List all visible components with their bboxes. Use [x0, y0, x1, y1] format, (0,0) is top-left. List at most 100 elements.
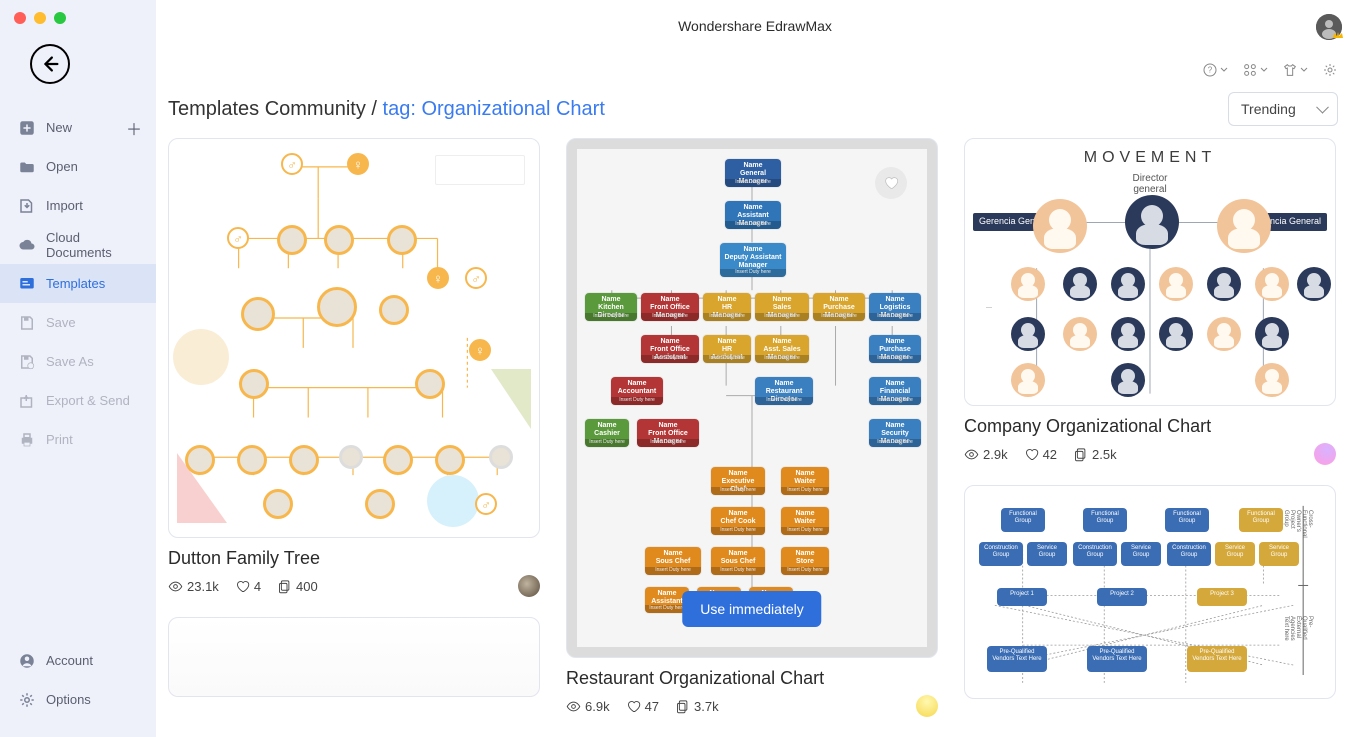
tree-lines	[169, 139, 539, 537]
template-card[interactable]: Name General ManagerInsert Duty here Nam…	[566, 138, 938, 717]
sidebar-bottom-menu: Account Options	[0, 641, 156, 719]
sidebar-item-account[interactable]: Account	[0, 641, 156, 680]
template-card[interactable]: Functional Group Functional Group Functi…	[964, 485, 1336, 699]
grid-col-1: ♂ ♀ ♂ ♀ ♂ ♀	[168, 138, 540, 697]
user-icon	[18, 652, 36, 670]
org-node: Name Assistant	[649, 590, 685, 606]
matrix-node: Functional Group	[1165, 508, 1209, 532]
sidebar-item-save: Save	[0, 303, 156, 342]
use-immediately-button[interactable]: Use immediately	[682, 591, 821, 627]
sidebar-item-print: Print	[0, 420, 156, 459]
views-stat: 6.9k	[566, 699, 610, 714]
svg-text:?: ?	[1208, 66, 1213, 75]
favorite-button[interactable]	[875, 167, 907, 199]
heart-icon	[626, 699, 641, 714]
likes-value: 47	[645, 699, 659, 714]
copies-stat: 400	[277, 579, 318, 594]
use-btn-label: Use immediately	[700, 601, 803, 617]
card-title: Company Organizational Chart	[964, 416, 1336, 437]
crumb-tag[interactable]: tag: Organizational Chart	[383, 98, 605, 120]
cloud-icon	[18, 236, 36, 254]
sidebar-item-label: Save As	[46, 354, 94, 369]
template-card[interactable]: MOVEMENT Director general Gerencia Gener…	[964, 138, 1336, 465]
copies-stat: 3.7k	[675, 699, 719, 714]
copy-icon	[675, 699, 690, 714]
sidebar-item-label: Options	[46, 692, 91, 707]
command-icon	[1242, 62, 1258, 78]
card-stats: 6.9k 47 3.7k	[566, 695, 938, 717]
gear-icon	[18, 691, 36, 709]
sort-dropdown[interactable]: Trending	[1228, 92, 1338, 126]
matrix-node: Functional Group	[1239, 508, 1283, 532]
arrow-left-icon	[39, 53, 61, 75]
breadcrumb: Templates Community / tag: Organizationa…	[168, 98, 605, 121]
template-card[interactable]: ♂ ♀ ♂ ♀ ♂ ♀	[168, 138, 540, 597]
crown-badge-icon	[1332, 30, 1344, 42]
share-button[interactable]	[1282, 62, 1308, 78]
matrix-side-label: Pre-Qualified External Agencies Text her…	[1283, 616, 1313, 641]
matrix-node: Project 3	[1197, 588, 1247, 606]
matrix-node: Project 1	[997, 588, 1047, 606]
help-icon: ?	[1202, 62, 1218, 78]
eye-icon	[168, 579, 183, 594]
matrix-node: Construction Group	[979, 542, 1023, 566]
sidebar-item-export: Export & Send	[0, 381, 156, 420]
sidebar-item-saveas: Save As	[0, 342, 156, 381]
back-button[interactable]	[30, 44, 70, 84]
templates-icon	[18, 275, 36, 293]
author-avatar[interactable]	[1314, 443, 1336, 465]
card-preview: Name General ManagerInsert Duty here Nam…	[566, 138, 938, 658]
card-title: Restaurant Organizational Chart	[566, 668, 938, 689]
add-icon[interactable]: ＋	[126, 116, 142, 140]
matrix-node: Pre-Qualified Vendors Text Here	[987, 646, 1047, 672]
matrix-node: Service Group	[1215, 542, 1255, 566]
user-avatar[interactable]	[1316, 14, 1342, 40]
author-avatar[interactable]	[916, 695, 938, 717]
copies-value: 2.5k	[1092, 447, 1117, 462]
maximize-window-icon[interactable]	[54, 12, 66, 24]
print-icon	[18, 431, 36, 449]
template-grid: ♂ ♀ ♂ ♀ ♂ ♀	[168, 138, 1338, 717]
sidebar-item-label: Export & Send	[46, 393, 130, 408]
copy-icon	[1073, 447, 1088, 462]
crumb-root[interactable]: Templates Community	[168, 98, 366, 120]
sidebar-item-label: Print	[46, 432, 73, 447]
sidebar-item-label: Cloud Documents	[46, 230, 142, 260]
minimize-window-icon[interactable]	[34, 12, 46, 24]
card-preview: Functional Group Functional Group Functi…	[964, 485, 1336, 699]
org-node: Name Store	[785, 550, 825, 566]
likes-value: 4	[254, 579, 261, 594]
heart-icon	[235, 579, 250, 594]
sidebar-item-label: Import	[46, 198, 83, 213]
card-preview: MOVEMENT Director general Gerencia Gener…	[964, 138, 1336, 406]
app-title: Wondershare EdrawMax	[156, 0, 1354, 34]
org-node: Name Waiter	[785, 470, 825, 486]
matrix-node: Service Group	[1027, 542, 1067, 566]
sidebar-item-open[interactable]: Open	[0, 147, 156, 186]
chevron-down-icon	[1300, 66, 1308, 74]
matrix-node: Service Group	[1259, 542, 1299, 566]
matrix-node: Functional Group	[1001, 508, 1045, 532]
close-window-icon[interactable]	[14, 12, 26, 24]
sidebar-item-new[interactable]: New ＋	[0, 108, 156, 147]
grid-col-2: Name General ManagerInsert Duty here Nam…	[566, 138, 938, 717]
matrix-node: Construction Group	[1167, 542, 1211, 566]
card-title: Dutton Family Tree	[168, 548, 540, 569]
sidebar-item-import[interactable]: Import	[0, 186, 156, 225]
import-icon	[18, 197, 36, 215]
sidebar-item-options[interactable]: Options	[0, 680, 156, 719]
help-button[interactable]: ?	[1202, 62, 1228, 78]
settings-button[interactable]	[1322, 62, 1338, 78]
shortcuts-button[interactable]	[1242, 62, 1268, 78]
views-stat: 2.9k	[964, 447, 1008, 462]
export-icon	[18, 392, 36, 410]
template-card[interactable]	[168, 617, 540, 697]
folder-icon	[18, 158, 36, 176]
sidebar-item-cloud[interactable]: Cloud Documents	[0, 225, 156, 264]
matrix-node: Service Group	[1121, 542, 1161, 566]
sidebar-item-templates[interactable]: Templates	[0, 264, 156, 303]
matrix-node: Pre-Qualified Vendors Text Here	[1087, 646, 1147, 672]
likes-stat: 4	[235, 579, 261, 594]
author-avatar[interactable]	[518, 575, 540, 597]
card-preview	[168, 617, 540, 697]
